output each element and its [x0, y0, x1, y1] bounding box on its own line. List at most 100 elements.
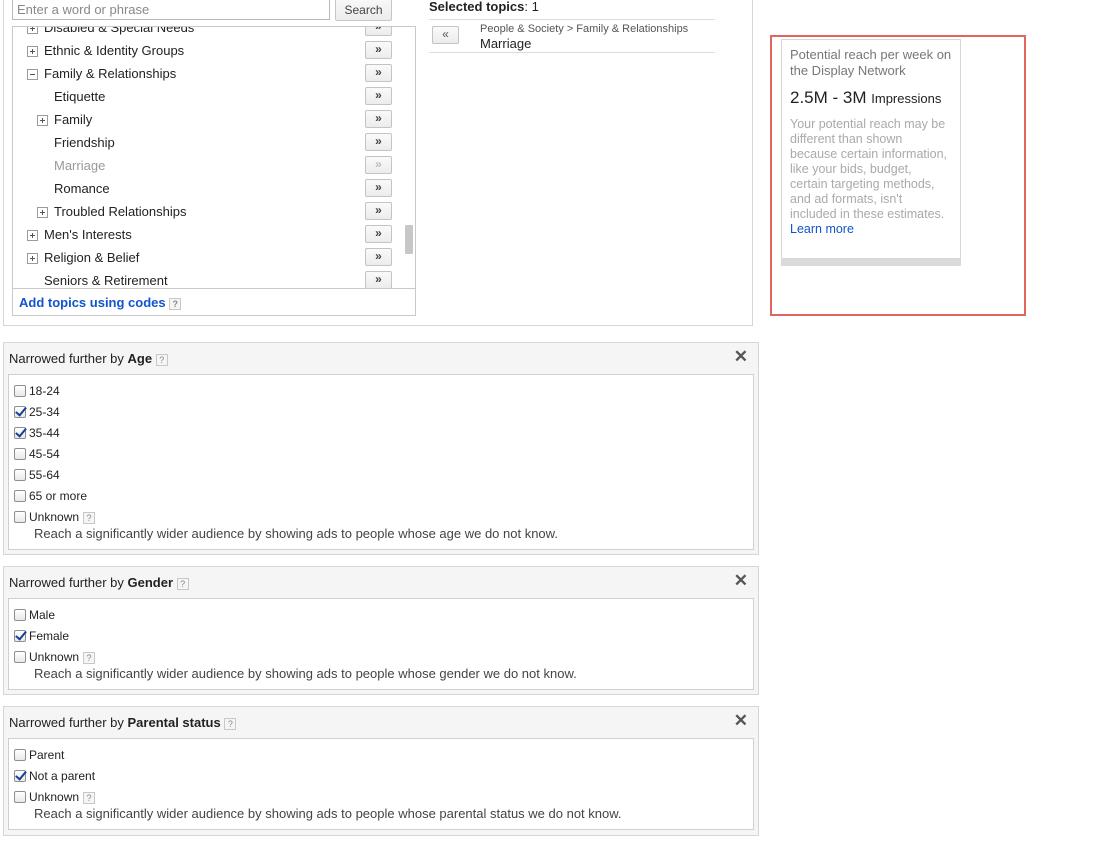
- help-icon[interactable]: ?: [83, 511, 96, 524]
- checkbox[interactable]: [14, 749, 26, 761]
- help-icon[interactable]: ?: [169, 297, 182, 310]
- add-topic-button[interactable]: »: [365, 179, 392, 197]
- search-button[interactable]: Search: [335, 0, 392, 21]
- checkbox[interactable]: [14, 770, 26, 782]
- checkbox[interactable]: [14, 630, 26, 642]
- panel-prefix: Narrowed further by: [9, 575, 124, 590]
- topic-row[interactable]: Romance »: [13, 178, 403, 201]
- reach-value: 2.5M - 3M: [790, 88, 867, 107]
- add-topic-button[interactable]: »: [365, 133, 392, 151]
- checkbox[interactable]: [14, 490, 26, 502]
- checkbox[interactable]: [14, 609, 26, 621]
- add-topics-using-codes-link[interactable]: Add topics using codes ?: [19, 295, 182, 310]
- topic-label: Seniors & Retirement: [44, 273, 168, 288]
- topic-row[interactable]: Disabled & Special Needs »: [13, 27, 403, 40]
- option-text: 25-34: [29, 405, 60, 419]
- help-icon[interactable]: ?: [176, 577, 189, 590]
- topic-label: Family & Relationships: [44, 66, 177, 81]
- option-text: Unknown: [29, 650, 80, 664]
- topic-tree[interactable]: Disabled & Special Needs» Ethnic & Identi…: [12, 26, 416, 288]
- add-topic-button: »: [365, 156, 392, 174]
- option-label: 35-44: [29, 426, 60, 440]
- checkbox[interactable]: [14, 469, 26, 481]
- option-label: Not a parent: [29, 769, 95, 783]
- age-unknown-note: Reach a significantly wider audience by …: [34, 526, 558, 541]
- checkbox[interactable]: [14, 651, 26, 663]
- add-topic-button[interactable]: »: [365, 27, 392, 36]
- topic-row[interactable]: Etiquette »: [13, 86, 403, 109]
- checkbox[interactable]: [14, 511, 26, 523]
- topic-row[interactable]: Family & Relationships »: [13, 63, 403, 86]
- add-topic-button[interactable]: »: [365, 87, 392, 105]
- topic-label: Religion & Belief: [44, 250, 140, 265]
- add-topic-button[interactable]: »: [365, 202, 392, 220]
- gender-options: Male Female Unknown? Reach a significantly …: [8, 598, 754, 690]
- parental-unknown-note: Reach a significantly wider audience by …: [34, 806, 622, 821]
- topic-label: Troubled Relationships: [54, 204, 187, 219]
- help-icon[interactable]: ?: [83, 651, 96, 664]
- expand-icon[interactable]: [37, 207, 48, 218]
- age-options: 18-24 25-34 35-44 45-54 55-64 65 or more Unkno…: [8, 374, 754, 550]
- option-text: Male: [29, 608, 56, 622]
- selected-topic-name: Marriage: [480, 36, 532, 51]
- learn-more-link[interactable]: Learn more: [790, 222, 854, 236]
- selected-topic-row: « People & Society > Family & Relationsh…: [429, 19, 715, 53]
- close-age-panel-button[interactable]: ✕: [734, 347, 748, 367]
- remove-topic-button[interactable]: «: [432, 26, 459, 44]
- close-gender-panel-button[interactable]: ✕: [734, 571, 748, 591]
- help-icon[interactable]: ?: [155, 353, 168, 366]
- checkbox[interactable]: [14, 427, 26, 439]
- search-input[interactable]: [12, 0, 330, 20]
- checkbox[interactable]: [14, 406, 26, 418]
- collapse-icon[interactable]: [27, 69, 38, 80]
- option-label: Parent: [29, 748, 64, 762]
- topic-row[interactable]: Troubled Relationships »: [13, 201, 403, 224]
- add-topic-button[interactable]: »: [365, 64, 392, 82]
- age-panel-title: Age: [127, 351, 153, 366]
- option-text: Not a parent: [29, 769, 96, 783]
- checkbox[interactable]: [14, 385, 26, 397]
- gender-unknown-note: Reach a significantly wider audience by …: [34, 666, 577, 681]
- add-topic-button[interactable]: »: [365, 41, 392, 59]
- option-label: Female: [29, 629, 69, 643]
- parental-status-panel-header: Narrowed further by Parental status ?: [9, 715, 237, 730]
- topic-row[interactable]: Religion & Belief »: [13, 247, 403, 270]
- parental-status-options: Parent Not a parent Unknown? Reach a signif…: [8, 738, 754, 830]
- option-label: 25-34: [29, 405, 60, 419]
- expand-icon[interactable]: [27, 230, 38, 241]
- topic-row[interactable]: Seniors & Retirement »: [13, 270, 403, 288]
- expand-icon[interactable]: [27, 253, 38, 264]
- option-text: 65 or more: [29, 489, 88, 503]
- topic-label: Romance: [54, 181, 110, 196]
- help-icon[interactable]: ?: [224, 717, 237, 730]
- topic-label: Men's Interests: [44, 227, 132, 242]
- expand-icon[interactable]: [27, 27, 38, 34]
- tree-scrollbar-thumb[interactable]: [405, 225, 413, 254]
- age-panel-header: Narrowed further by Age ?: [9, 351, 168, 366]
- option-text: Female: [29, 629, 70, 643]
- expand-icon[interactable]: [37, 115, 48, 126]
- parental-status-panel: Narrowed further by Parental status ? ✕ …: [3, 706, 759, 836]
- panel-prefix: Narrowed further by: [9, 715, 124, 730]
- topic-row[interactable]: Ethnic & Identity Groups »: [13, 40, 403, 63]
- checkbox[interactable]: [14, 448, 26, 460]
- option-label: Male: [29, 608, 55, 622]
- option-label: 18-24: [29, 384, 60, 398]
- help-icon[interactable]: ?: [83, 791, 96, 804]
- option-text: 45-54: [29, 447, 60, 461]
- topic-row[interactable]: Friendship »: [13, 132, 403, 155]
- expand-icon[interactable]: [27, 46, 38, 57]
- add-topic-button[interactable]: »: [365, 110, 392, 128]
- gender-panel: Narrowed further by Gender ? ✕ Male Femal…: [3, 566, 759, 695]
- add-topic-button[interactable]: »: [365, 225, 392, 243]
- add-topic-button[interactable]: »: [365, 248, 392, 266]
- topic-row[interactable]: Men's Interests »: [13, 224, 403, 247]
- option-label: 45-54: [29, 447, 60, 461]
- add-topic-button[interactable]: »: [365, 271, 392, 288]
- checkbox[interactable]: [14, 791, 26, 803]
- reach-title: Potential reach per week on the Display …: [790, 47, 952, 78]
- close-parental-status-panel-button[interactable]: ✕: [734, 711, 748, 731]
- selected-topics-title: Selected topics: 1: [429, 0, 539, 14]
- topic-row[interactable]: Marriage »: [13, 155, 403, 178]
- topic-row[interactable]: Family »: [13, 109, 403, 132]
